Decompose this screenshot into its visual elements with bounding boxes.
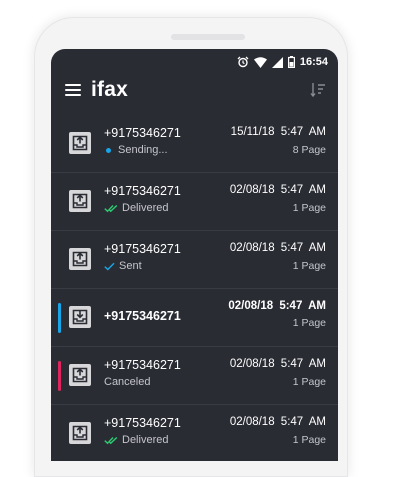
fax-date: 02/08/18: [229, 184, 275, 196]
fax-number: +9175346271: [104, 184, 181, 198]
fax-time: 5:47 AM: [279, 300, 326, 312]
fax-date: 02/08/18: [229, 416, 275, 428]
fax-status: Delivered: [104, 202, 168, 214]
sending-dot-icon: [106, 147, 111, 153]
fax-status: Delivered: [104, 434, 168, 446]
signal-icon: [271, 56, 283, 68]
fax-time: 5:47 AM: [280, 416, 326, 428]
fax-datetime: 02/08/18 5:47 AM: [230, 184, 326, 196]
fax-number: +9175346271: [104, 242, 181, 256]
fax-time: 5:47 AM: [280, 184, 326, 196]
fax-status-label: Sent: [119, 260, 142, 272]
fax-document-icon: [69, 364, 91, 386]
wifi-icon: [253, 56, 267, 68]
status-bar: 16:54: [237, 55, 328, 69]
fax-row[interactable]: +9175346271 Sending... 15/11/18 5:47 AM 8 P…: [51, 115, 338, 173]
status-marker: [58, 361, 61, 391]
fax-datetime: 02/08/18 5:47 AM: [228, 300, 326, 312]
fax-time: 5:47 AM: [280, 242, 326, 254]
alarm-icon: [237, 56, 249, 68]
fax-page-count: 1 Page: [292, 260, 326, 272]
fax-page-count: 1 Page: [292, 376, 326, 388]
menu-icon[interactable]: [65, 84, 81, 96]
fax-row[interactable]: +9175346271 Delivered 02/08/18 5:47 AM 1 Pa…: [51, 405, 338, 461]
check-icon: [104, 262, 115, 270]
fax-document-icon: [69, 422, 91, 444]
fax-status-label: Delivered: [122, 434, 169, 446]
fax-status: Sent: [104, 260, 142, 272]
app-logo: ifax: [91, 78, 128, 101]
fax-row[interactable]: +9175346271 Delivered 02/08/18 5:47 AM 1 Pa…: [51, 173, 338, 231]
fax-page-count: 8 Page: [292, 144, 326, 156]
fax-document-icon: [69, 190, 91, 212]
fax-number: +9175346271: [104, 126, 181, 140]
fax-document-icon: [69, 306, 91, 328]
status-marker: [58, 303, 61, 333]
app-bar: ifax: [51, 73, 338, 109]
fax-date: 02/08/18: [229, 358, 275, 370]
fax-date: 02/08/18: [228, 300, 274, 312]
battery-icon: [287, 56, 295, 68]
fax-time: 5:47 AM: [280, 358, 326, 370]
fax-number: +9175346271: [104, 309, 181, 323]
fax-status-label: Canceled: [104, 376, 151, 388]
fax-number: +9175346271: [104, 416, 181, 430]
fax-document-icon: [69, 248, 91, 270]
fax-row[interactable]: +9175346271 Sent 02/08/18 5:47 AM 1 Page: [51, 231, 338, 289]
fax-datetime: 02/08/18 5:47 AM: [230, 242, 326, 254]
fax-status-label: Delivered: [122, 202, 169, 214]
fax-row[interactable]: +9175346271 Canceled 02/08/18 5:47 AM 1 Pag…: [51, 347, 338, 405]
fax-document-icon: [69, 132, 91, 154]
fax-page-count: 1 Page: [292, 317, 326, 329]
double-check-icon: [104, 436, 118, 444]
fax-status-label: Sending...: [118, 144, 168, 156]
fax-page-count: 1 Page: [292, 202, 326, 214]
fax-status: Sending...: [104, 144, 168, 156]
fax-datetime: 02/08/18 5:47 AM: [230, 416, 326, 428]
fax-time: 5:47 AM: [280, 126, 326, 138]
fax-status: Canceled: [104, 376, 150, 388]
fax-page-count: 1 Page: [292, 434, 326, 446]
phone-speaker: [171, 34, 245, 40]
fax-date: 02/08/18: [229, 242, 275, 254]
fax-list: +9175346271 Sending... 15/11/18 5:47 AM 8 P…: [51, 115, 338, 461]
sort-icon[interactable]: [310, 82, 326, 103]
fax-datetime: 02/08/18 5:47 AM: [230, 358, 326, 370]
fax-number: +9175346271: [104, 358, 181, 372]
fax-date: 15/11/18: [230, 126, 275, 138]
fax-row[interactable]: +9175346271 02/08/18 5:47 AM 1 Page: [51, 289, 338, 347]
clock: 16:54: [299, 56, 328, 68]
app-screen: 16:54 ifax +9175346271 Sending... 15/11/18…: [51, 49, 338, 461]
fax-datetime: 15/11/18 5:47 AM: [231, 126, 326, 138]
double-check-icon: [104, 204, 118, 212]
